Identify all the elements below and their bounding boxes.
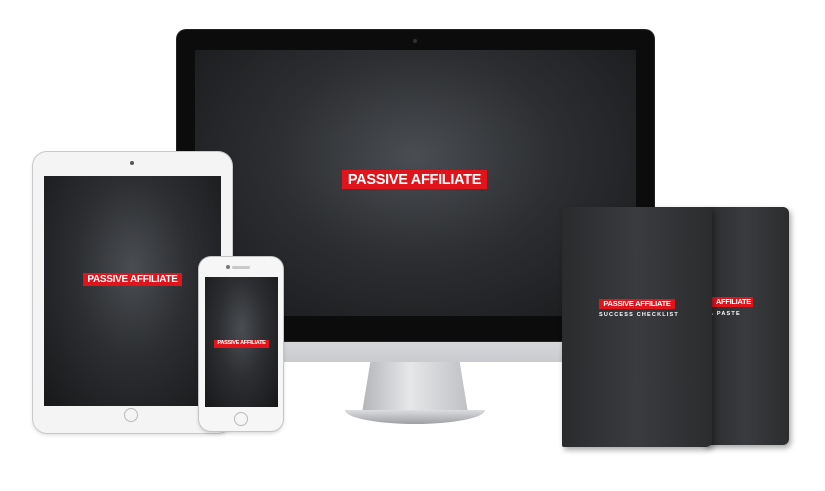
logo-word-passive: PASSIVE bbox=[87, 274, 128, 285]
logo-word-passive: PASSIVE bbox=[217, 340, 240, 346]
ipad-logo: PASSIVE AFFILIATE bbox=[83, 273, 182, 286]
imac-base bbox=[345, 410, 485, 424]
ipad-screen: PASSIVE AFFILIATE bbox=[44, 176, 221, 406]
logo-word-passive: PASSIVE bbox=[603, 299, 634, 308]
imac-camera-icon bbox=[413, 39, 417, 43]
imac-stand bbox=[362, 361, 468, 413]
logo-word-affiliate: AFFILIATE bbox=[715, 297, 751, 306]
book-front: PASSIVE AFFILIATE SUCCESS CHECKLIST bbox=[562, 207, 712, 447]
iphone-logo: PASSIVE AFFILIATE bbox=[214, 340, 269, 348]
book-back-subtitle: & PASTE bbox=[709, 311, 741, 317]
imac-logo: PASSIVE AFFILIATE bbox=[342, 170, 487, 189]
ipad-home-button-icon bbox=[124, 408, 138, 422]
iphone-home-button-icon bbox=[234, 412, 248, 426]
book-front-logo: PASSIVE AFFILIATE bbox=[599, 299, 675, 309]
ipad-camera-icon bbox=[130, 161, 134, 165]
iphone-screen: PASSIVE AFFILIATE bbox=[205, 277, 278, 407]
book-back: AFFILIATE & PASTE bbox=[703, 207, 789, 445]
iphone-camera-icon bbox=[226, 265, 230, 269]
logo-word-affiliate: AFFILIATE bbox=[129, 274, 178, 285]
book-front-subtitle: SUCCESS CHECKLIST bbox=[599, 312, 679, 318]
logo-word-affiliate: AFFILIATE bbox=[410, 172, 482, 188]
iphone-speaker-icon bbox=[232, 266, 250, 269]
logo-word-affiliate: AFFILIATE bbox=[635, 299, 671, 308]
logo-word-passive: PASSIVE bbox=[347, 172, 408, 188]
product-mockup-scene: PASSIVE AFFILIATE PASSIVE AFFILIATE PASS… bbox=[0, 0, 825, 491]
logo-word-affiliate: AFFILIATE bbox=[240, 340, 266, 346]
